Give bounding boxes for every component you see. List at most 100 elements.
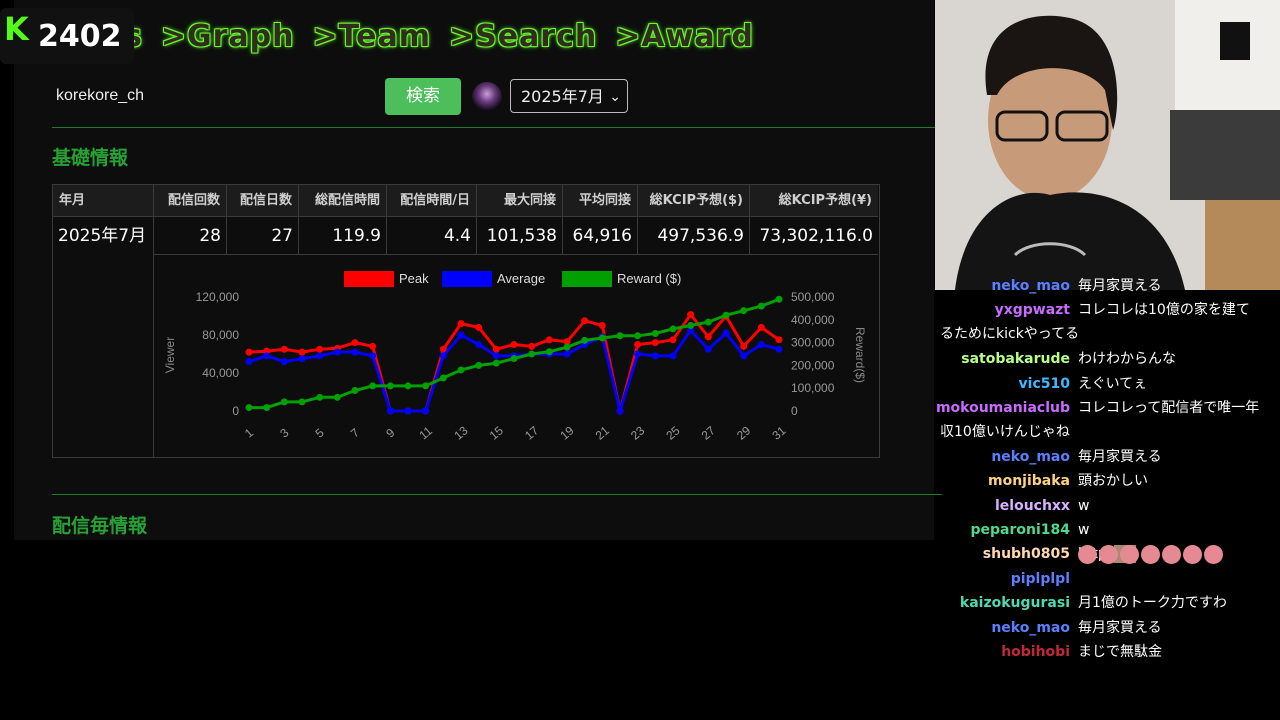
series-point-2 bbox=[581, 336, 589, 344]
chat-text-line: 毎月家買える bbox=[1078, 448, 1162, 465]
series-point-1 bbox=[263, 352, 271, 360]
chat-username[interactable]: mokoumaniaclub bbox=[936, 396, 1070, 420]
series-point-0 bbox=[545, 336, 553, 344]
chat-username[interactable]: piplplpl bbox=[1011, 567, 1070, 591]
stats-page: s >Graph >Team >Search >Award korekore_c… bbox=[14, 0, 952, 540]
chat-username[interactable]: shubh0805 bbox=[983, 542, 1070, 566]
series-point-1 bbox=[351, 348, 359, 356]
nav-graph[interactable]: >Graph bbox=[161, 19, 295, 54]
nav-search[interactable]: >Search bbox=[449, 19, 597, 54]
series-point-0 bbox=[528, 342, 536, 350]
chat-text: 毎月家買える bbox=[1078, 274, 1278, 298]
chat-text-line: 毎月家買える bbox=[1078, 278, 1162, 294]
td-peak-viewers: 101,538 bbox=[477, 217, 563, 255]
series-point-1 bbox=[369, 352, 377, 360]
chat-text-line: わけわからんな bbox=[1078, 351, 1176, 368]
series-point-1 bbox=[475, 341, 483, 348]
chat-text-line: 頭おかしい bbox=[1078, 473, 1148, 490]
series-point-1 bbox=[333, 348, 341, 356]
series-point-2 bbox=[651, 329, 659, 337]
x-tick: 15 bbox=[487, 423, 506, 443]
chat-text-line: コレコレは10億の家を建て bbox=[1078, 302, 1250, 319]
search-row: korekore_ch 検索 2025年7月 ⌄ bbox=[54, 78, 934, 116]
td-month: 2025年7月 bbox=[53, 217, 154, 457]
series-point-0 bbox=[298, 348, 306, 356]
th-month: 年月 bbox=[53, 185, 154, 217]
series-point-2 bbox=[687, 322, 695, 329]
series-point-1 bbox=[634, 350, 642, 358]
month-select[interactable]: 2025年7月 ⌄ bbox=[510, 79, 628, 113]
chat-username[interactable]: vic510 bbox=[1019, 372, 1070, 396]
chat-username[interactable]: hobihobi bbox=[1001, 640, 1070, 664]
chat-username[interactable]: peparoni184 bbox=[971, 518, 1071, 542]
search-button[interactable]: 検索 bbox=[385, 78, 461, 115]
chat-username[interactable]: neko_mao bbox=[991, 616, 1070, 640]
legend-swatch-1 bbox=[442, 271, 492, 287]
nav-team[interactable]: >Team bbox=[313, 19, 431, 54]
series-point-2 bbox=[757, 302, 765, 310]
series-point-2 bbox=[369, 382, 377, 390]
x-tick: 9 bbox=[383, 425, 397, 440]
series-point-1 bbox=[457, 331, 465, 339]
series-point-2 bbox=[598, 334, 606, 342]
th-kcip-usd: 総KCIP予想($) bbox=[638, 185, 750, 217]
series-point-1 bbox=[422, 407, 430, 415]
stats-table: 年月 配信回数 配信日数 総配信時間 配信時間/日 最大同接 平均同接 総KCI… bbox=[52, 184, 880, 458]
series-point-2 bbox=[475, 361, 483, 369]
td-avg-viewers: 64,916 bbox=[563, 217, 638, 255]
chat-username[interactable]: neko_mao bbox=[991, 445, 1070, 469]
th-stream-count: 配信回数 bbox=[154, 185, 227, 217]
chat-username[interactable]: lelouchxx bbox=[995, 494, 1070, 518]
legend-swatch-2 bbox=[562, 271, 612, 287]
series-point-0 bbox=[581, 317, 589, 325]
y-left-tick: 0 bbox=[232, 404, 239, 418]
chat-username[interactable]: kaizokugurasi bbox=[960, 591, 1070, 615]
nav-award[interactable]: >Award bbox=[615, 19, 754, 54]
legend-label-2: Reward ($) bbox=[617, 271, 681, 286]
td-total-hours: 119.9 bbox=[299, 217, 387, 255]
td-hours-per-day: 4.4 bbox=[387, 217, 477, 255]
section-title-per-stream: 配信毎情報 bbox=[52, 515, 148, 537]
series-point-2 bbox=[404, 382, 412, 390]
series-point-1 bbox=[492, 352, 500, 360]
streamer-search-input[interactable]: korekore_ch bbox=[54, 78, 336, 114]
td-stream-count: 28 bbox=[154, 217, 227, 255]
series-point-0 bbox=[651, 339, 659, 347]
x-tick: 7 bbox=[348, 425, 362, 440]
series-point-2 bbox=[722, 311, 730, 319]
chat-username[interactable]: satobakarude bbox=[961, 347, 1070, 371]
series-point-2 bbox=[545, 348, 553, 356]
series-point-1 bbox=[439, 352, 447, 360]
webcam-person-image bbox=[935, 0, 1280, 290]
series-point-2 bbox=[775, 295, 783, 303]
series-point-0 bbox=[369, 342, 377, 350]
x-tick: 25 bbox=[663, 423, 682, 443]
chat-text: 毎月家買える bbox=[1078, 445, 1278, 469]
series-point-2 bbox=[616, 332, 624, 340]
series-point-0 bbox=[687, 311, 695, 319]
series-point-0 bbox=[740, 342, 748, 350]
series-point-0 bbox=[280, 345, 288, 353]
chat-username[interactable]: yxgpwazt bbox=[995, 298, 1070, 322]
chat-text-line: 月1億のトーク力ですわ bbox=[1078, 595, 1227, 612]
series-point-2 bbox=[280, 398, 288, 406]
divider bbox=[52, 127, 952, 128]
td-kcip-usd: 497,536.9 bbox=[638, 217, 750, 255]
series-point-2 bbox=[457, 366, 465, 374]
divider bbox=[52, 494, 942, 495]
viewer-count-badge: K 2402 bbox=[0, 8, 134, 64]
series-point-1 bbox=[316, 352, 324, 360]
y-right-tick: 200,000 bbox=[791, 358, 835, 372]
series-point-0 bbox=[775, 336, 783, 344]
chat-username[interactable]: neko_mao bbox=[991, 274, 1070, 298]
x-tick: 5 bbox=[313, 425, 327, 440]
y-right-tick: 400,000 bbox=[791, 313, 835, 327]
series-point-0 bbox=[669, 336, 677, 344]
series-point-2 bbox=[704, 318, 712, 326]
legend-label-1: Average bbox=[497, 271, 545, 286]
y-right-tick: 0 bbox=[791, 404, 798, 418]
chat-username[interactable]: monjibaka bbox=[988, 469, 1070, 493]
x-tick: 21 bbox=[593, 423, 612, 443]
series-point-2 bbox=[263, 404, 271, 412]
series-point-0 bbox=[492, 345, 500, 353]
